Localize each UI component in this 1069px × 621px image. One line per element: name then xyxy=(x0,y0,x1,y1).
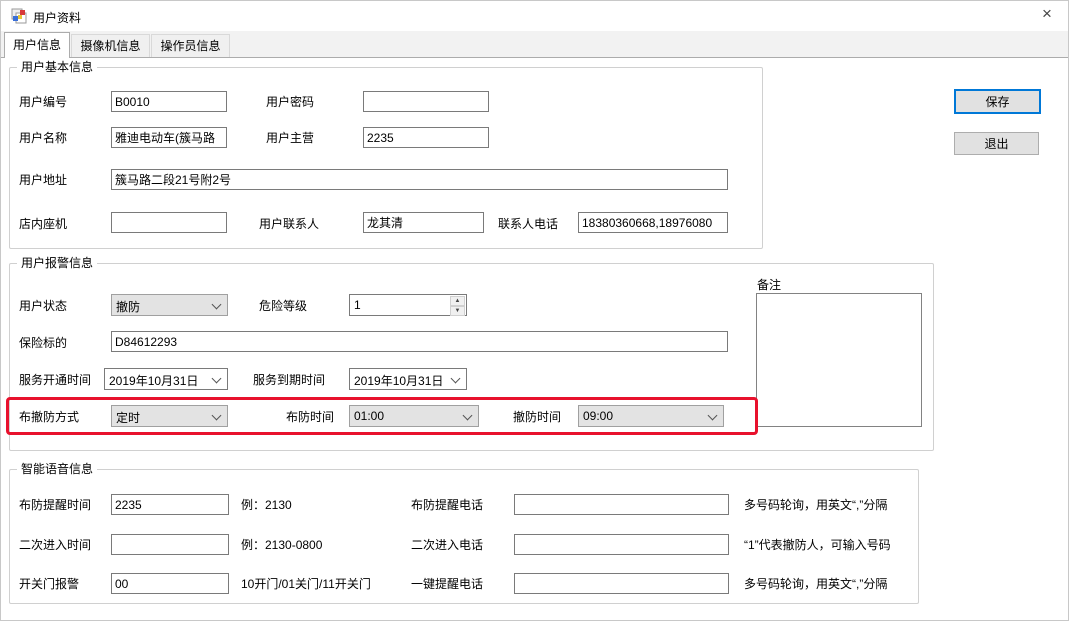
save-button[interactable]: 保存 xyxy=(954,89,1041,114)
arm-remind-phone-label: 布防提醒电话 xyxy=(411,498,483,512)
chevron-down-icon xyxy=(708,411,718,421)
landline-label: 店内座机 xyxy=(19,217,67,231)
insurance-label: 保险标的 xyxy=(19,336,67,350)
contact-phone-input[interactable] xyxy=(578,212,728,233)
user-status-value: 撤防 xyxy=(116,298,140,315)
danger-level-label: 危险等级 xyxy=(259,299,307,313)
arm-remind-time-label: 布防提醒时间 xyxy=(19,498,91,512)
window-title: 用户资料 xyxy=(33,9,81,26)
spin-down-icon[interactable]: ▼ xyxy=(450,306,465,316)
contact-label: 用户联系人 xyxy=(259,217,319,231)
second-entry-time-label: 二次进入时间 xyxy=(19,538,91,552)
arm-mode-value: 定时 xyxy=(116,409,140,426)
arm-mode-label: 布撤防方式 xyxy=(19,410,79,424)
group-voice-info-title: 智能语音信息 xyxy=(17,462,97,476)
service-start-datepicker[interactable]: 2019年10月31日 xyxy=(104,368,228,390)
arm-mode-select[interactable]: 定时 xyxy=(111,405,228,427)
spinner-buttons[interactable]: ▲ ▼ xyxy=(450,296,465,314)
arm-remind-phone-input[interactable] xyxy=(514,494,729,515)
second-entry-time-hint: 例：2130-0800 xyxy=(241,538,322,552)
user-status-select[interactable]: 撤防 xyxy=(111,294,228,316)
contact-input[interactable] xyxy=(363,212,484,233)
user-id-input[interactable] xyxy=(111,91,227,112)
arm-remind-phone-hint: 多号码轮询，用英文“,”分隔 xyxy=(744,498,887,512)
arm-remind-time-hint: 例：2130 xyxy=(241,498,292,512)
second-entry-time-input[interactable] xyxy=(111,534,229,555)
address-label: 用户地址 xyxy=(19,173,67,187)
arm-remind-time-input[interactable] xyxy=(111,494,229,515)
second-entry-phone-label: 二次进入电话 xyxy=(411,538,483,552)
danger-level-stepper[interactable]: 1 ▲ ▼ xyxy=(349,294,467,316)
arm-time-value: 01:00 xyxy=(354,409,384,423)
main-business-input[interactable] xyxy=(363,127,489,148)
second-entry-phone-input[interactable] xyxy=(514,534,729,555)
chevron-down-icon xyxy=(451,374,461,384)
contact-phone-label: 联系人电话 xyxy=(498,217,558,231)
door-alarm-hint: 10开门/01关门/11开关门 xyxy=(241,577,371,591)
address-input[interactable] xyxy=(111,169,728,190)
disarm-time-select[interactable]: 09:00 xyxy=(578,405,724,427)
password-input[interactable] xyxy=(363,91,489,112)
door-alarm-label: 开关门报警 xyxy=(19,577,79,591)
main-business-label: 用户主营 xyxy=(266,131,314,145)
chevron-down-icon xyxy=(212,300,222,310)
tab-strip: 用户信息 摄像机信息 操作员信息 xyxy=(1,31,1068,58)
spin-up-icon[interactable]: ▲ xyxy=(450,296,465,306)
chevron-down-icon xyxy=(212,411,222,421)
group-alarm-info-title: 用户报警信息 xyxy=(17,256,97,270)
user-profile-window: 用户资料 × 用户信息 摄像机信息 操作员信息 用户基本信息 用户编号 用户密码… xyxy=(0,0,1069,621)
disarm-time-label: 撤防时间 xyxy=(513,410,561,424)
user-id-label: 用户编号 xyxy=(19,95,67,109)
chevron-down-icon xyxy=(212,374,222,384)
service-end-value: 2019年10月31日 xyxy=(354,372,443,389)
group-basic-info-title: 用户基本信息 xyxy=(17,60,97,74)
user-name-input[interactable] xyxy=(111,127,227,148)
onekey-remind-phone-hint: 多号码轮询，用英文“,”分隔 xyxy=(744,577,887,591)
onekey-remind-phone-label: 一键提醒电话 xyxy=(411,577,483,591)
landline-input[interactable] xyxy=(111,212,227,233)
password-label: 用户密码 xyxy=(266,95,314,109)
service-end-datepicker[interactable]: 2019年10月31日 xyxy=(349,368,467,390)
close-icon[interactable]: × xyxy=(1030,1,1064,29)
onekey-remind-phone-input[interactable] xyxy=(514,573,729,594)
title-bar: 用户资料 × xyxy=(1,1,1068,31)
user-status-label: 用户状态 xyxy=(19,299,67,313)
door-alarm-input[interactable] xyxy=(111,573,229,594)
tab-camera-info[interactable]: 摄像机信息 xyxy=(71,34,150,57)
disarm-time-value: 09:00 xyxy=(583,409,613,423)
tab-user-info[interactable]: 用户信息 xyxy=(4,32,70,58)
chevron-down-icon xyxy=(463,411,473,421)
second-entry-phone-hint: “1”代表撤防人，可输入号码 xyxy=(744,538,891,552)
remark-label: 备注 xyxy=(757,278,781,292)
insurance-input[interactable] xyxy=(111,331,728,352)
danger-level-value: 1 xyxy=(354,298,361,312)
service-end-label: 服务到期时间 xyxy=(253,373,325,387)
remark-textarea[interactable] xyxy=(756,293,922,427)
user-name-label: 用户名称 xyxy=(19,131,67,145)
arm-time-select[interactable]: 01:00 xyxy=(349,405,479,427)
app-icon xyxy=(11,8,27,24)
service-start-label: 服务开通时间 xyxy=(19,373,91,387)
tab-operator-info[interactable]: 操作员信息 xyxy=(151,34,230,57)
service-start-value: 2019年10月31日 xyxy=(109,372,198,389)
exit-button[interactable]: 退出 xyxy=(954,132,1039,155)
arm-time-label: 布防时间 xyxy=(286,410,334,424)
